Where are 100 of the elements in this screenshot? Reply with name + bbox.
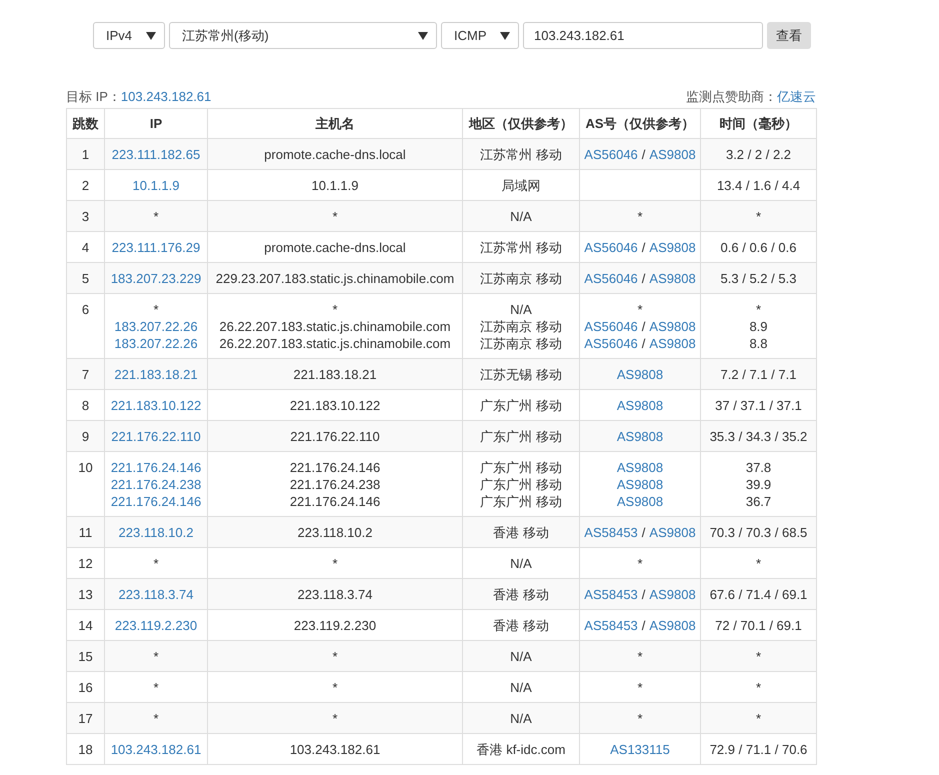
region: 广东广州 移动 [480, 398, 562, 413]
hostname: 221.183.10.122 [290, 398, 380, 413]
region: 香港 移动 [493, 587, 549, 602]
as-number[interactable]: AS9808 [616, 460, 664, 475]
ip-address: * [153, 711, 159, 726]
latency: 72.9 / 71.1 / 70.6 [710, 742, 808, 757]
hostname: promote.cache-dns.local [264, 240, 406, 255]
separator: / [642, 336, 646, 351]
latency: 0.6 / 0.6 / 0.6 [720, 240, 796, 255]
sponsor-link[interactable]: 亿速云 [777, 89, 816, 104]
latency: * [756, 209, 762, 224]
as-number[interactable]: AS9808 [649, 336, 696, 351]
sponsor-label: 监测点赞助商： [686, 89, 777, 104]
as-number[interactable]: AS9808 [649, 240, 696, 255]
region: 香港 kf-idc.com [476, 742, 566, 757]
as-number: * [637, 209, 643, 224]
query-button[interactable]: 查看 [767, 22, 811, 49]
region: 广东广州 移动 [480, 494, 562, 509]
hostname: 221.176.22.110 [290, 429, 380, 444]
caret-icon [418, 32, 428, 40]
node-select[interactable]: 江苏常州(移动) [169, 22, 437, 49]
ip-address: * [153, 209, 159, 224]
target-label: 目标 IP： [66, 89, 121, 104]
region: 江苏南京 移动 [480, 271, 562, 286]
hostname: 221.183.18.21 [293, 367, 377, 382]
hostname: * [332, 209, 338, 224]
region: 广东广州 移动 [480, 477, 562, 492]
hostname: 103.243.182.61 [290, 742, 380, 757]
as-number[interactable]: AS9808 [649, 147, 696, 162]
latency: 72 / 70.1 / 69.1 [715, 618, 802, 633]
latency: 35.3 / 34.3 / 35.2 [710, 429, 808, 444]
caret-icon [146, 32, 156, 40]
as-number[interactable]: AS9808 [616, 429, 664, 444]
latency: 39.9 [746, 477, 772, 492]
ip-address[interactable]: 183.207.22.26 [114, 336, 198, 351]
hop-cell: 10 [66, 452, 104, 516]
as-number[interactable]: AS9808 [616, 398, 664, 413]
hop-cell: 18 [66, 734, 104, 764]
ip-address[interactable]: 183.207.22.26 [114, 319, 198, 334]
region: N/A [510, 680, 532, 695]
region: 香港 移动 [493, 618, 549, 633]
as-number[interactable]: AS58453 [584, 525, 638, 540]
latency: 7.2 / 7.1 / 7.1 [720, 367, 796, 382]
region: 局域网 [502, 178, 540, 193]
as-number[interactable]: AS9808 [649, 525, 696, 540]
latency: 67.6 / 71.4 / 69.1 [710, 587, 808, 602]
as-number[interactable]: AS9808 [649, 587, 696, 602]
separator: / [642, 587, 646, 602]
ip-version-select[interactable]: IPv4 [93, 22, 165, 49]
region: N/A [510, 556, 532, 571]
hostname: * [332, 302, 338, 317]
as-number[interactable]: AS9808 [616, 477, 664, 492]
hostname: 221.176.24.238 [290, 477, 380, 492]
region: 江苏无锡 移动 [480, 367, 562, 382]
region: 广东广州 移动 [480, 460, 562, 475]
as-number[interactable]: AS9808 [649, 271, 696, 286]
column-header: 跳数 [66, 108, 104, 138]
hostname: 221.176.24.146 [290, 460, 380, 475]
as-number[interactable]: AS56046 [584, 240, 638, 255]
ip-address[interactable]: 221.176.24.146 [110, 494, 202, 509]
ip-address[interactable]: 221.176.24.146 [110, 460, 202, 475]
ip-address: * [153, 302, 159, 317]
hop-cell: 6 [66, 294, 104, 358]
column-header: AS号（仅供参考） [580, 108, 700, 138]
separator: / [642, 271, 646, 286]
as-number: * [637, 302, 643, 317]
latency: 36.7 [746, 494, 772, 509]
region: N/A [510, 209, 532, 224]
as-number[interactable]: AS9808 [649, 319, 696, 334]
as-number[interactable]: AS56046 [584, 319, 638, 334]
column-header: 主机名 [208, 108, 462, 138]
as-number[interactable]: AS9808 [616, 494, 664, 509]
as-number[interactable]: AS58453 [584, 587, 638, 602]
separator: / [642, 147, 646, 162]
caret-icon [500, 32, 510, 40]
hostname: * [332, 556, 338, 571]
as-number[interactable]: AS9808 [649, 618, 696, 633]
ip-address: * [153, 556, 159, 571]
separator: / [642, 240, 646, 255]
as-number: * [637, 711, 643, 726]
as-number: * [637, 556, 643, 571]
region: N/A [510, 711, 532, 726]
latency: * [756, 711, 762, 726]
separator: / [642, 525, 646, 540]
latency: 37 / 37.1 / 37.1 [715, 398, 802, 413]
as-number[interactable]: AS56046 [584, 336, 638, 351]
latency: 13.4 / 1.6 / 4.4 [716, 178, 800, 193]
latency: 5.3 / 5.2 / 5.3 [720, 271, 796, 286]
method-select[interactable]: ICMP [441, 22, 519, 49]
region: 广东广州 移动 [480, 429, 562, 444]
as-number[interactable]: AS58453 [584, 618, 638, 633]
target-input[interactable]: 103.243.182.61 [523, 22, 763, 49]
separator: / [642, 618, 646, 633]
as-number[interactable]: AS56046 [584, 147, 638, 162]
as-number[interactable]: AS56046 [584, 271, 638, 286]
ip-address[interactable]: 221.176.24.238 [110, 477, 202, 492]
hostname: 10.1.1.9 [312, 178, 358, 193]
as-number[interactable]: AS9808 [616, 367, 664, 382]
target-ip[interactable]: 103.243.182.61 [120, 89, 212, 104]
ip-address: * [153, 649, 159, 664]
